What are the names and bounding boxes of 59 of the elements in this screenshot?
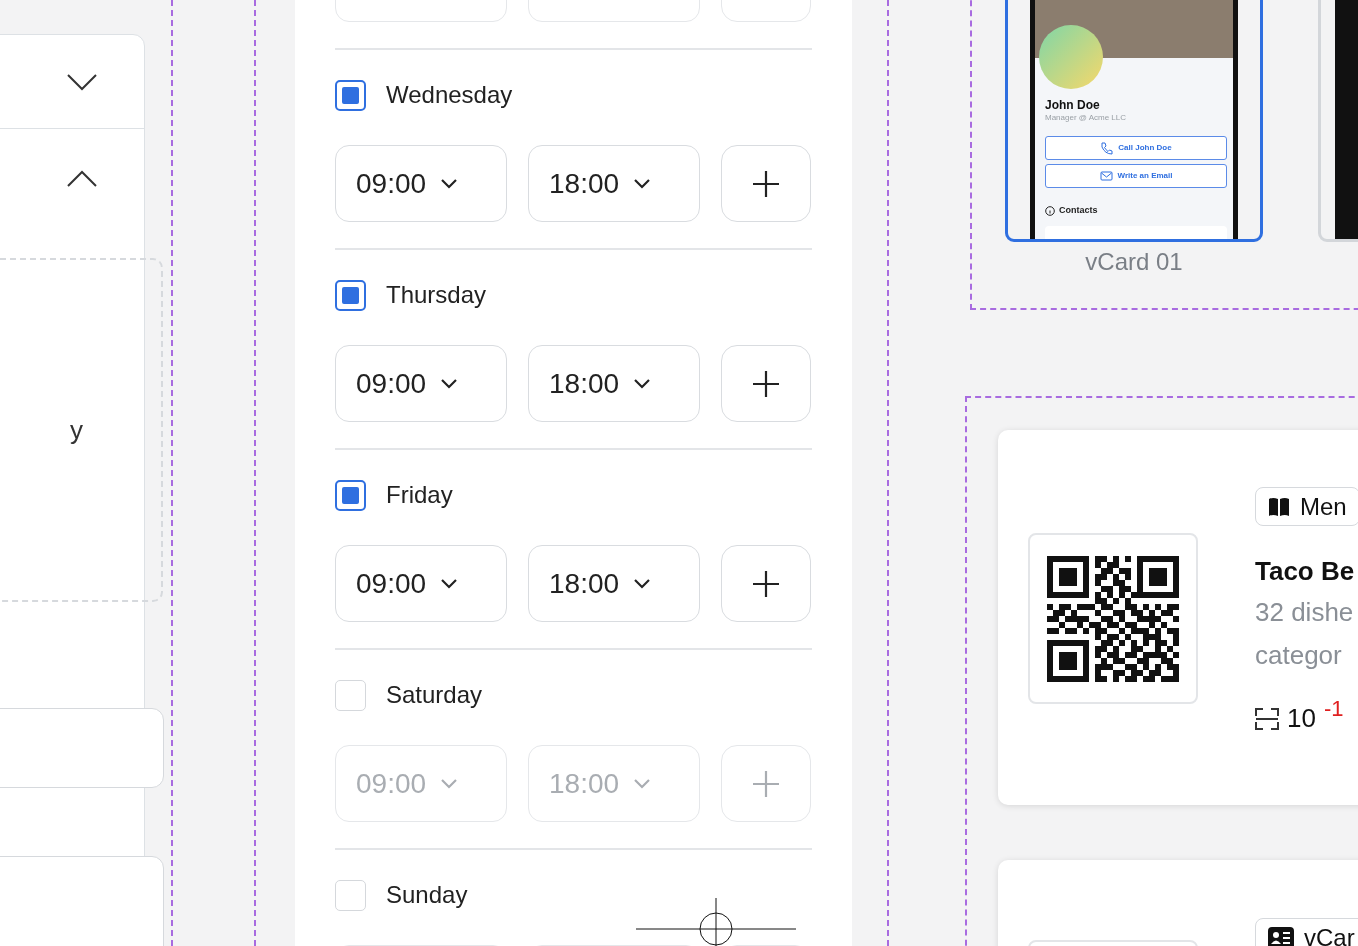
chevron-down-icon xyxy=(633,378,652,389)
template-caption: vCard 01 xyxy=(1084,247,1184,277)
time-select[interactable]: 18:00 xyxy=(528,145,700,222)
chevron-up-icon xyxy=(66,170,98,188)
chevron-down-icon xyxy=(633,178,652,189)
add-button[interactable] xyxy=(721,745,811,822)
chevron-down-icon xyxy=(440,378,459,389)
plus-icon xyxy=(752,569,780,598)
add-button[interactable] xyxy=(721,145,811,222)
chevron-down-icon xyxy=(66,72,98,91)
qr-card[interactable]: Men Taco Be 32 dishe categor 10 -1 xyxy=(998,430,1358,805)
scan-change: -1 xyxy=(1323,695,1344,723)
time-select[interactable]: 09:00 xyxy=(335,545,507,622)
time-select[interactable]: 18:00 xyxy=(528,545,700,622)
plus-icon xyxy=(752,769,780,798)
day-label: Saturday xyxy=(386,680,483,710)
plus-icon xyxy=(752,169,780,198)
qr-card[interactable]: vCar xyxy=(998,860,1358,946)
time-select[interactable]: 18:00 xyxy=(528,345,700,422)
card-title: Taco Be xyxy=(1255,555,1356,588)
add-button[interactable] xyxy=(721,345,811,422)
checkbox[interactable] xyxy=(335,279,366,311)
envelope-icon xyxy=(1099,169,1113,183)
day-label: Sunday xyxy=(386,880,468,910)
checkbox[interactable] xyxy=(335,79,366,111)
day-label: Friday xyxy=(386,480,453,510)
day-label: Wednesday xyxy=(386,80,513,110)
scan-count: 10 xyxy=(1287,702,1316,735)
input-field[interactable] xyxy=(0,708,164,788)
plus-icon xyxy=(752,369,780,398)
profile-name: John Doe xyxy=(1045,98,1101,113)
chevron-down-icon xyxy=(633,578,652,589)
info-icon xyxy=(1045,206,1055,217)
id-card-icon xyxy=(1268,925,1294,946)
upload-label: y xyxy=(70,413,83,447)
time-select[interactable]: 09:00 xyxy=(335,145,507,222)
card-description: categor xyxy=(1255,639,1343,672)
accordion-toggle[interactable] xyxy=(66,72,98,91)
crosshair-cursor-icon xyxy=(636,898,798,946)
type-badge: vCar xyxy=(1255,918,1358,946)
day-label: Thursday xyxy=(386,280,487,310)
profile-role: Manager @ Acme LLC xyxy=(1045,112,1128,125)
scan-icon xyxy=(1255,706,1279,731)
card-description: 32 dishe xyxy=(1255,596,1355,629)
accordion-toggle[interactable] xyxy=(66,170,98,188)
add-button[interactable] xyxy=(721,545,811,622)
chevron-down-icon xyxy=(440,578,459,589)
phone-mockup[interactable]: John Doe Manager @ Acme LLC Call John Doe Write an Email Contacts xyxy=(1005,0,1263,242)
book-icon xyxy=(1268,495,1290,518)
action-button[interactable]: Call John Doe xyxy=(1045,136,1227,161)
phone-icon xyxy=(1100,141,1114,155)
chevron-down-icon xyxy=(440,778,459,789)
checkbox[interactable] xyxy=(335,479,366,511)
section-title: Contacts xyxy=(1059,204,1098,218)
time-select[interactable]: 09:00 xyxy=(335,345,507,422)
chevron-down-icon xyxy=(633,778,652,789)
action-button[interactable]: Write an Email xyxy=(1045,164,1227,189)
chevron-down-icon xyxy=(440,178,459,189)
upload-area[interactable]: y xyxy=(0,258,163,602)
